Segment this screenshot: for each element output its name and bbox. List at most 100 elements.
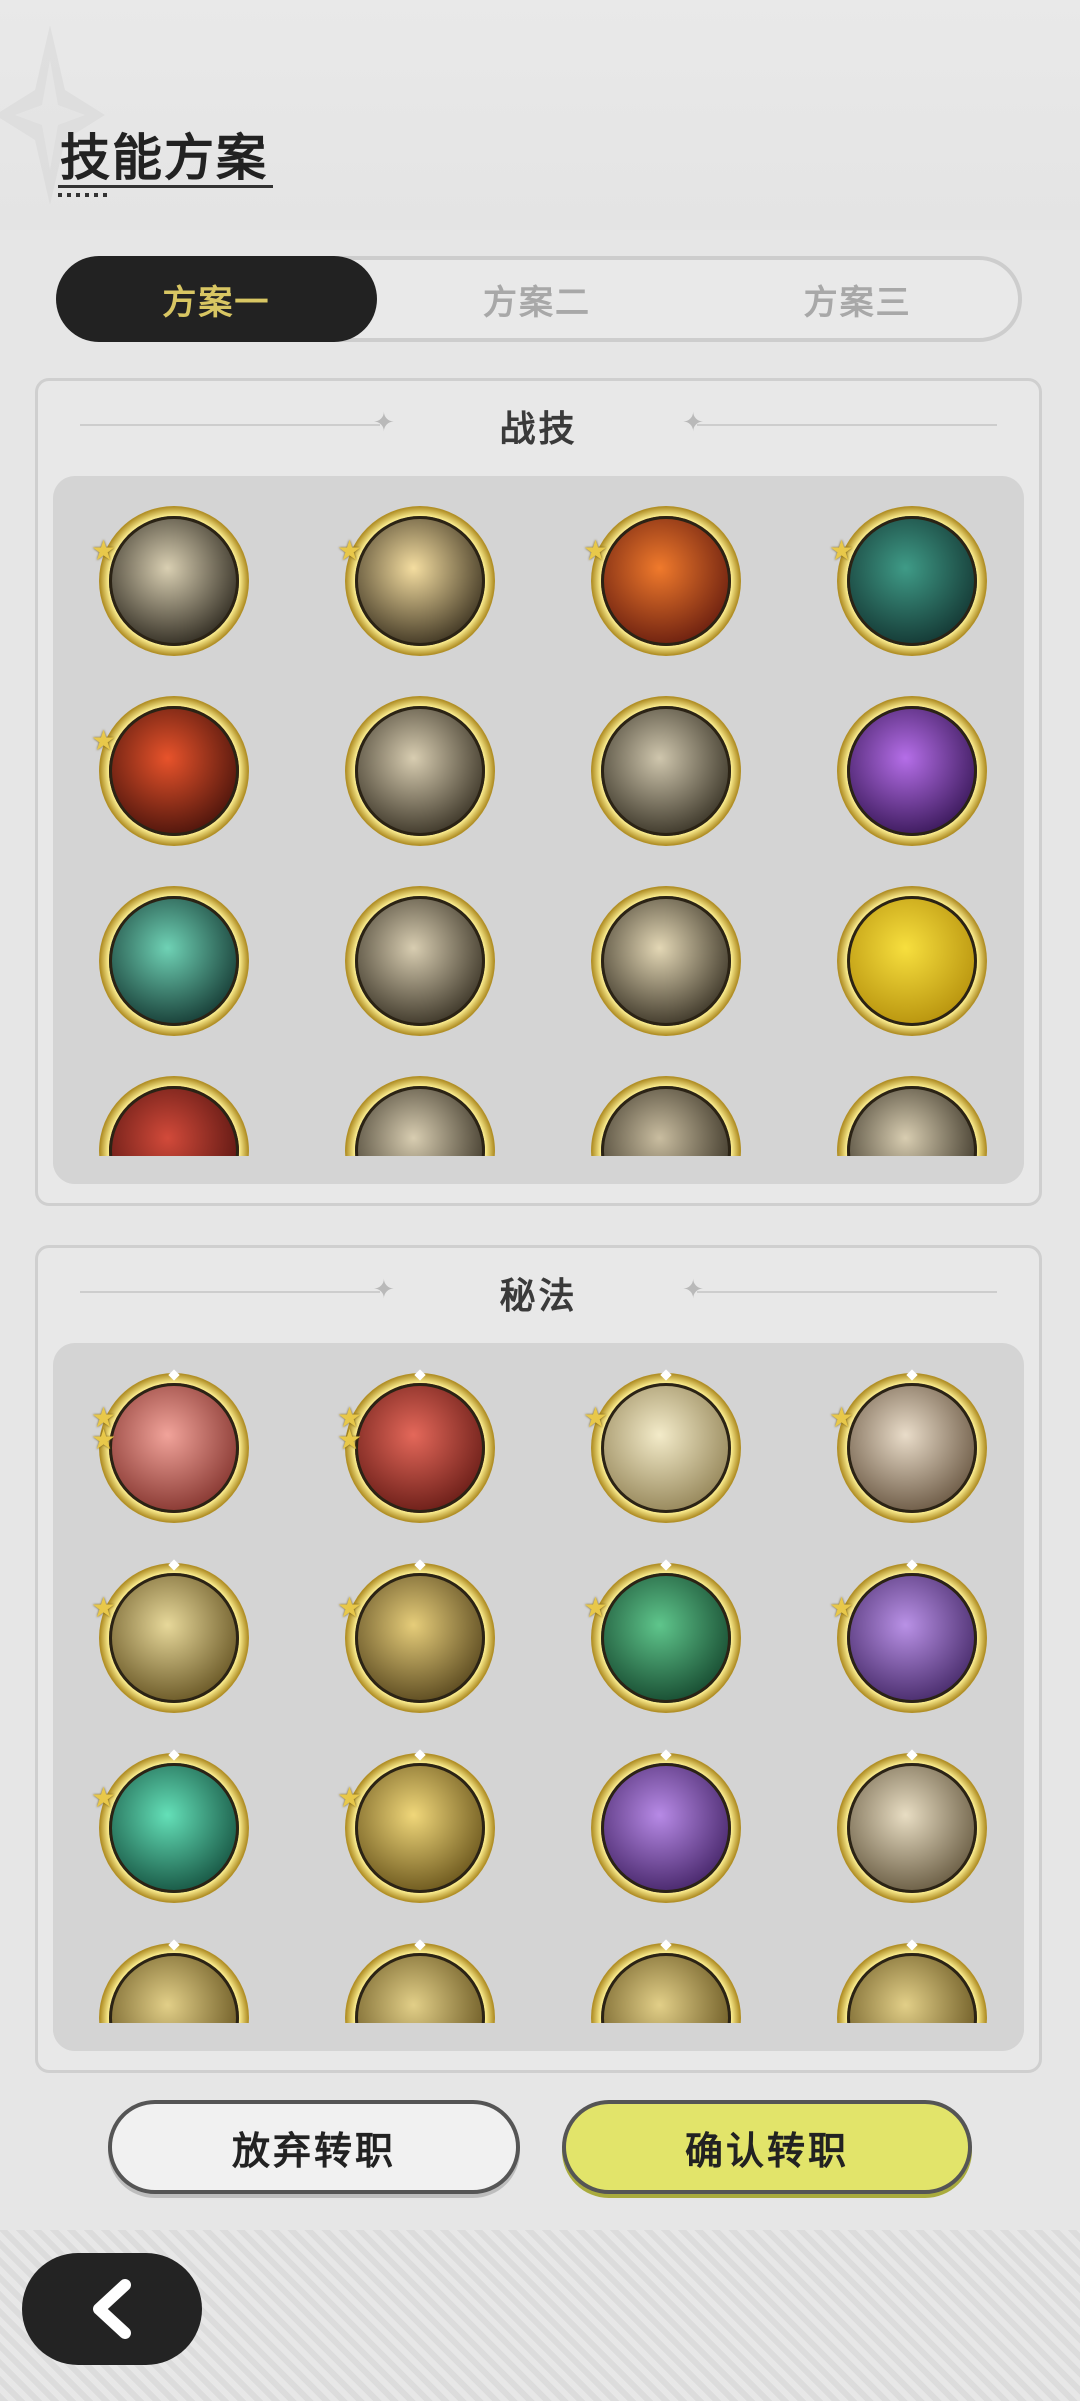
tab-plan-1[interactable]: 方案一 (56, 256, 377, 342)
golden-armor-icon[interactable]: ★ (337, 1559, 495, 1713)
tab-plan-2[interactable]: 方案二 (377, 260, 698, 338)
eye-icon[interactable]: ★ (583, 1369, 741, 1523)
rank-dot-icon (414, 1939, 426, 1951)
guardian-icon[interactable] (99, 1939, 249, 2051)
divider-line (80, 424, 380, 426)
skill-art (847, 1086, 977, 1184)
star-icon: ★ (337, 1591, 363, 1624)
skill-grid[interactable]: ★ ★ ★ ★ ★ (53, 476, 1024, 1184)
panel-header: ✦ 战技 ✦ (38, 381, 1039, 471)
back-button[interactable] (22, 2253, 202, 2365)
sun-guard-icon[interactable]: ★ (337, 1749, 495, 1903)
rank-dot-icon (414, 1369, 426, 1381)
star-icon: ★ (829, 534, 855, 567)
rank-dot-icon (660, 1559, 672, 1571)
rank-dot-icon (906, 1559, 918, 1571)
rank-dot-icon (906, 1369, 918, 1381)
tab-plan-3[interactable]: 方案三 (697, 260, 1018, 338)
plan-tabs: 方案一 方案二 方案三 (56, 256, 1022, 342)
shard-icon[interactable] (837, 1749, 987, 1903)
fire-arc-icon[interactable]: ★ (91, 696, 249, 846)
burst-icon[interactable]: ★ (337, 506, 495, 656)
rank-dot-icon (414, 1749, 426, 1761)
skill-art (847, 1763, 977, 1893)
panther-icon[interactable]: ★ (829, 1559, 987, 1713)
combat-skills-panel: ✦ 战技 ✦ ★ ★ ★ ★ ★ (35, 378, 1042, 1206)
section-title: 秘法 (499, 1276, 578, 1317)
star-icon: ★ (337, 1781, 363, 1814)
rank-dot-icon (660, 1369, 672, 1381)
rank-dot-icon (168, 1369, 180, 1381)
skill-art (355, 516, 485, 646)
skill-art (355, 1763, 485, 1893)
skill-art (601, 706, 731, 836)
star-icon: ★ (91, 1423, 117, 1456)
rank-dot-icon (414, 1559, 426, 1571)
heart-heal-icon[interactable]: ★ (583, 1559, 741, 1713)
rank-dot-icon (660, 1939, 672, 1951)
golden-shield-icon[interactable] (837, 886, 987, 1036)
orbs-icon[interactable] (345, 1076, 495, 1184)
star-icon: ★ (337, 1423, 363, 1456)
sparkle-icon: ✦ (373, 1275, 395, 1305)
whirl-icon[interactable] (591, 696, 741, 846)
confirm-class-change-button[interactable]: 确认转职 (562, 2100, 972, 2194)
skill-art (601, 1763, 731, 1893)
wind-slash-icon[interactable]: ★ (91, 506, 249, 656)
arcane-orb-icon[interactable] (837, 696, 987, 846)
skill-art (601, 516, 731, 646)
crescent-icon[interactable] (591, 1076, 741, 1184)
skill-art (355, 896, 485, 1026)
skill-art (601, 1573, 731, 1703)
claw-icon[interactable] (837, 1076, 987, 1184)
skill-art (109, 1573, 239, 1703)
rank-dot-icon (906, 1939, 918, 1951)
divider-line (697, 1291, 997, 1293)
heart-shield-icon[interactable]: ★ (829, 1369, 987, 1523)
rank-dot-icon (660, 1749, 672, 1761)
blood-spear-icon[interactable] (99, 1076, 249, 1184)
skill-art (109, 896, 239, 1026)
rank-dot-icon (906, 1749, 918, 1761)
skill-grid[interactable]: ★ ★ ★ ★ ★ ★ ★ ★ ★ ★ ★ ★ (53, 1343, 1024, 2051)
rank-dot-icon (168, 1749, 180, 1761)
leaf-blade-icon[interactable] (345, 1939, 495, 2051)
back-arrow-icon (93, 2279, 131, 2339)
skill-art (847, 706, 977, 836)
skill-art (355, 1086, 485, 1184)
rank-dot-icon (168, 1559, 180, 1571)
spikes-icon[interactable] (345, 886, 495, 1036)
skill-art (355, 706, 485, 836)
target-vortex-icon[interactable]: ★ (91, 1559, 249, 1713)
wave-slash-icon[interactable] (99, 886, 249, 1036)
flame-rose-icon[interactable]: ★ (583, 506, 741, 656)
star-icon: ★ (583, 1591, 609, 1624)
sword-rise-icon[interactable] (837, 1939, 987, 2051)
star-icon: ★ (583, 534, 609, 567)
title-dots (58, 193, 108, 197)
section-title: 战技 (499, 409, 578, 450)
sword-strike-icon[interactable] (345, 696, 495, 846)
divider-line (697, 424, 997, 426)
web-icon[interactable]: ★ (829, 506, 987, 656)
armor-icon[interactable]: ★ ★ (337, 1369, 495, 1523)
skill-art (847, 516, 977, 646)
skill-art (601, 1953, 731, 2051)
skill-art (355, 1953, 485, 2051)
jade-sword-icon[interactable]: ★ (91, 1749, 249, 1903)
sword-heal-icon[interactable]: ★ ★ (91, 1369, 249, 1523)
spirit-cage-icon[interactable] (591, 1749, 741, 1903)
star-icon: ★ (91, 534, 117, 567)
arcane-skills-panel: ✦ 秘法 ✦ ★ ★ ★ ★ ★ ★ ★ ★ ★ ★ ★ ★ (35, 1245, 1042, 2073)
lightning-slash-icon[interactable] (591, 886, 741, 1036)
star-icon: ★ (829, 1591, 855, 1624)
abandon-class-change-button[interactable]: 放弃转职 (108, 2100, 520, 2194)
panel-header: ✦ 秘法 ✦ (38, 1248, 1039, 1338)
rank-dot-icon (168, 1939, 180, 1951)
sparkle-icon: ✦ (682, 1275, 704, 1305)
skill-art (847, 1383, 977, 1513)
star-icon: ★ (337, 534, 363, 567)
skill-art (109, 1086, 239, 1184)
star-icon: ★ (583, 1401, 609, 1434)
hammer-icon[interactable] (591, 1939, 741, 2051)
